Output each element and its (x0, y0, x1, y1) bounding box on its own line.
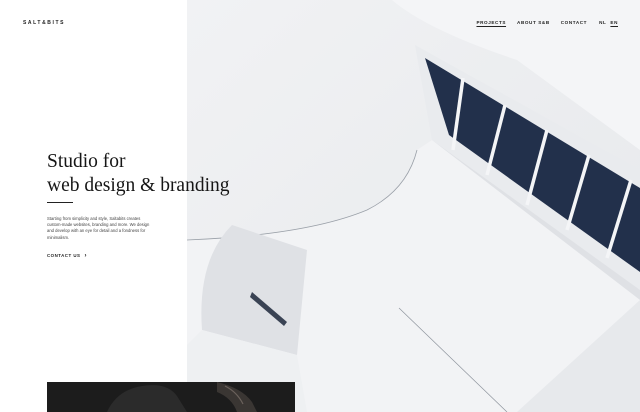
left-panel (0, 0, 187, 412)
project-thumbnail[interactable] (47, 382, 295, 412)
main-nav: PROJECTS ABOUT S&B CONTACT NL EN (465, 20, 618, 25)
logo[interactable]: SALT&BITS (23, 20, 65, 26)
nav-contact[interactable]: CONTACT (561, 20, 587, 25)
nav-projects[interactable]: PROJECTS (476, 20, 506, 25)
nav-about[interactable]: ABOUT S&B (517, 20, 550, 25)
hero-image (187, 0, 640, 412)
headline-line-1: Studio for (47, 151, 126, 172)
contact-us-link[interactable]: CONTACT US › (47, 252, 87, 259)
contact-us-label: CONTACT US (47, 253, 81, 258)
intro-text: Starting from simplicity and style, Salt… (47, 216, 150, 240)
lang-en[interactable]: EN (610, 20, 618, 25)
chevron-right-icon: › (84, 252, 87, 259)
page-title: Studio for web design & branding (47, 150, 287, 198)
headline-line-2: web design & branding (47, 175, 230, 196)
lang-nl[interactable]: NL (599, 20, 606, 25)
language-switcher: NL EN (599, 20, 618, 25)
divider (47, 202, 73, 203)
